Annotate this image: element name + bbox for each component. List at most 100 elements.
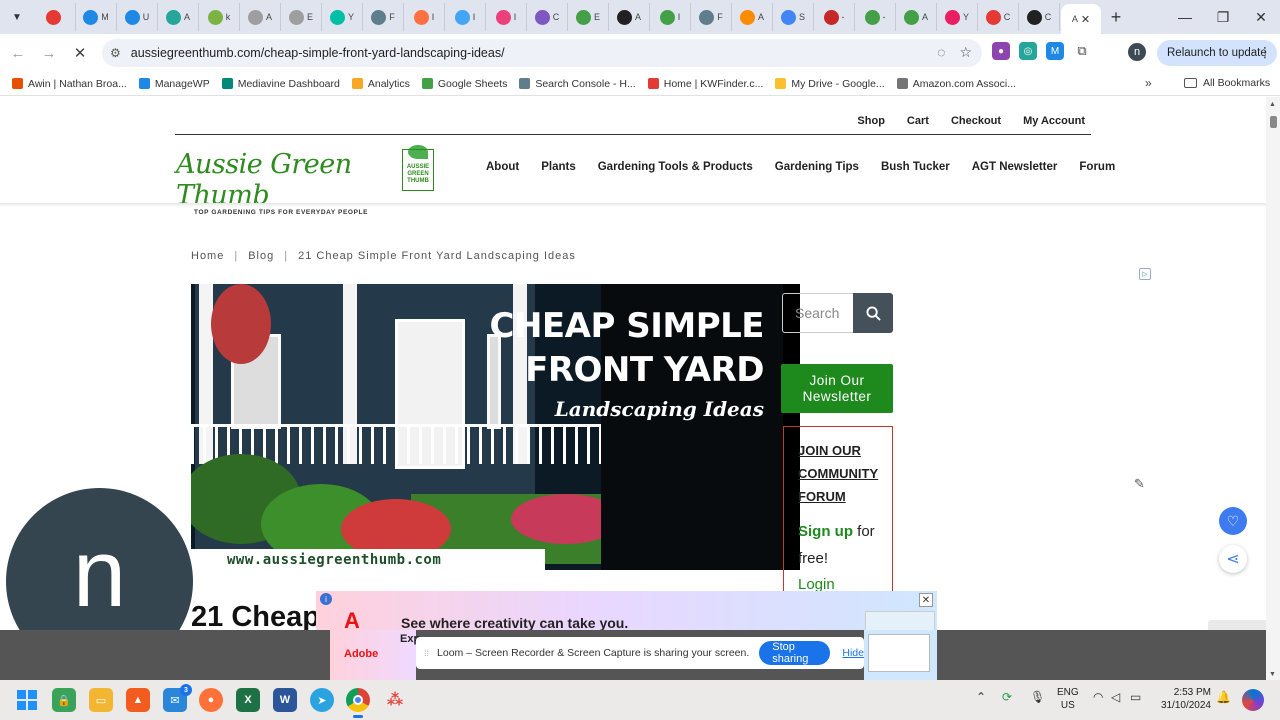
firefox-icon[interactable]: ●	[199, 688, 223, 712]
close-icon[interactable]: ✕	[1081, 13, 1090, 26]
tab-2[interactable]: U	[117, 3, 158, 31]
brave-browser-icon[interactable]: ▲	[126, 688, 150, 712]
scroll-up-icon[interactable]: ▲	[1269, 101, 1276, 108]
volume-icon[interactable]: ◁	[1111, 690, 1120, 704]
search-button[interactable]	[853, 293, 893, 333]
nav-about[interactable]: About	[486, 161, 519, 173]
tab-4[interactable]: k	[199, 3, 240, 31]
tab-search-button[interactable]: ▼	[5, 5, 29, 29]
drag-handle-icon[interactable]: ⁞⁞	[424, 648, 429, 658]
tab-5[interactable]: A	[240, 3, 281, 31]
my-account-link[interactable]: My Account	[1023, 115, 1085, 127]
bookmark-item[interactable]: Amazon.com Associ...	[896, 78, 1016, 90]
chrome-icon[interactable]	[346, 688, 370, 718]
forum-title[interactable]: JOIN OUR COMMUNITY FORUM	[798, 439, 882, 508]
info-icon[interactable]: i	[320, 593, 332, 605]
file-explorer-icon[interactable]: ▭	[89, 688, 113, 712]
word-icon[interactable]: W	[273, 688, 297, 712]
address-bar[interactable]: ⚙ aussiegreenthumb.com/cheap-simple-fron…	[102, 39, 982, 67]
tab-24[interactable]: C	[1019, 3, 1060, 31]
copilot-icon[interactable]	[1242, 689, 1264, 711]
bookmark-item[interactable]: Awin | Nathan Broa...	[12, 78, 127, 90]
chevron-up-icon[interactable]: ⌃	[976, 690, 986, 704]
tab-12[interactable]: C	[527, 3, 568, 31]
eye-off-icon[interactable]: ◌	[937, 44, 945, 61]
tab-22[interactable]: Y	[937, 3, 978, 31]
close-icon[interactable]: ✕	[919, 593, 933, 607]
tab-11[interactable]: I	[486, 3, 527, 31]
tab-active[interactable]: A ✕	[1061, 4, 1101, 34]
nav-gardening-tools[interactable]: Gardening Tools & Products	[598, 161, 753, 173]
tab-18[interactable]: S	[773, 3, 814, 31]
share-icon[interactable]: ⋖	[1219, 545, 1247, 573]
bookmark-star-icon[interactable]: ☆	[959, 44, 972, 61]
stop-sharing-button[interactable]: Stop sharing	[759, 641, 831, 665]
bookmark-item[interactable]: Home | KWFinder.c...	[647, 78, 763, 90]
tab-0[interactable]	[35, 3, 76, 31]
loom-camera-avatar[interactable]: n	[6, 488, 193, 630]
join-newsletter-button[interactable]: Join Our Newsletter	[781, 364, 893, 413]
hide-link[interactable]: Hide	[842, 647, 864, 659]
language-indicator[interactable]: ENG US	[1057, 686, 1079, 712]
all-bookmarks-button[interactable]: All Bookmarks	[1184, 77, 1270, 89]
search-input[interactable]: Search	[782, 293, 854, 333]
mail-icon[interactable]: ✉ 3	[163, 684, 192, 712]
ad-choices-icon[interactable]: ▷	[1139, 268, 1151, 280]
heart-icon[interactable]: ♡	[1219, 507, 1247, 535]
new-tab-button[interactable]: +	[1102, 3, 1130, 31]
wifi-icon[interactable]: ◠	[1093, 690, 1103, 704]
bookmark-item[interactable]: Analytics	[351, 78, 410, 90]
tab-6[interactable]: E	[281, 3, 322, 31]
tab-21[interactable]: A	[896, 3, 937, 31]
dots-app-icon[interactable]: ⁂	[383, 688, 407, 712]
nav-plants[interactable]: Plants	[541, 161, 576, 173]
nav-forum[interactable]: Forum	[1079, 161, 1115, 173]
tab-13[interactable]: E	[568, 3, 609, 31]
tab-19[interactable]: -	[814, 3, 855, 31]
close-window-button[interactable]: ✕	[1242, 0, 1280, 34]
tab-14[interactable]: A	[609, 3, 650, 31]
breadcrumb-home[interactable]: Home	[191, 250, 224, 262]
signup-link[interactable]: Sign up	[798, 523, 853, 540]
back-button[interactable]: ←	[5, 40, 31, 66]
system-clock[interactable]: 2:53 PM 31/10/2024	[1155, 686, 1211, 712]
forward-button[interactable]: →	[36, 40, 62, 66]
tab-7[interactable]: Y	[322, 3, 363, 31]
bookmark-item[interactable]: Search Console - H...	[519, 78, 636, 90]
profile-avatar[interactable]: n	[1128, 43, 1146, 61]
start-button[interactable]	[15, 688, 39, 712]
nav-gardening-tips[interactable]: Gardening Tips	[775, 161, 859, 173]
tab-8[interactable]: F	[363, 3, 404, 31]
nav-agt-newsletter[interactable]: AGT Newsletter	[972, 161, 1058, 173]
microphone-icon[interactable]: 🎙	[1030, 690, 1045, 704]
rank-extension-icon[interactable]: ◎	[1019, 42, 1037, 60]
shop-link[interactable]: Shop	[857, 115, 885, 127]
tab-17[interactable]: A	[732, 3, 773, 31]
ad-banner[interactable]: i AAdobe See where creativity can take y…	[316, 591, 937, 630]
chevron-right-double-icon[interactable]: »	[1145, 76, 1152, 90]
colorful-extension-icon[interactable]: ●	[992, 42, 1010, 60]
scrollbar-thumb[interactable]	[1270, 116, 1277, 128]
puzzle-icon[interactable]: ⧉	[1073, 42, 1091, 60]
scroll-down-icon[interactable]: ▼	[1269, 671, 1276, 678]
scrollbar[interactable]: ▲ ▼	[1266, 97, 1280, 680]
url-text[interactable]: aussiegreenthumb.com/cheap-simple-front-…	[131, 46, 505, 60]
battery-icon[interactable]: ▭	[1130, 690, 1141, 704]
bookmark-item[interactable]: My Drive - Google...	[775, 78, 885, 90]
stop-loading-button[interactable]: ✕	[67, 40, 93, 66]
minimize-button[interactable]: —	[1166, 0, 1204, 34]
notification-bell-icon[interactable]: 🔔	[1216, 690, 1231, 704]
telegram-icon[interactable]: ➤	[310, 688, 334, 712]
m-extension-icon[interactable]: M	[1046, 42, 1064, 60]
site-info-icon[interactable]: ⚙	[110, 46, 121, 60]
tab-10[interactable]: I	[445, 3, 486, 31]
tab-23[interactable]: C	[978, 3, 1019, 31]
bookmark-item[interactable]: ManageWP	[138, 78, 210, 90]
tab-15[interactable]: I	[650, 3, 691, 31]
tab-16[interactable]: F	[691, 3, 732, 31]
site-logo[interactable]: Aussie Green Thumb TOP GARDENING TIPS FO…	[176, 145, 436, 216]
nav-bush-tucker[interactable]: Bush Tucker	[881, 161, 950, 173]
tab-3[interactable]: A	[158, 3, 199, 31]
breadcrumb-blog[interactable]: Blog	[248, 250, 274, 262]
sync-icon[interactable]: ⟳	[1002, 690, 1012, 704]
